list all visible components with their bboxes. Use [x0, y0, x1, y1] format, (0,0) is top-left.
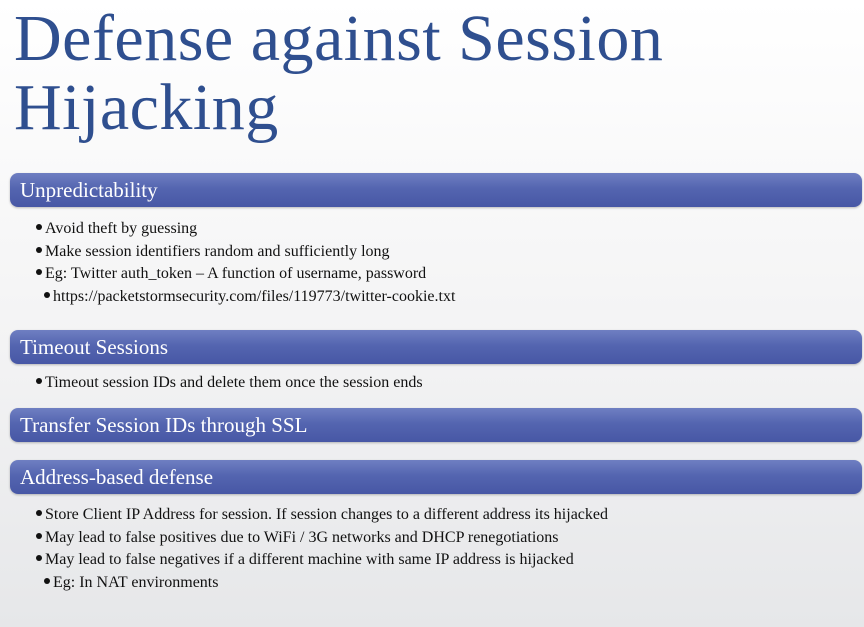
bullet-dot-icon	[36, 510, 42, 516]
bullet-text: May lead to false negatives if a differe…	[45, 551, 574, 568]
bullet-text: May lead to false positives due to WiFi …	[45, 528, 559, 546]
section-header-label: Address-based defense	[20, 465, 214, 489]
bullet-list-timeout-sessions: Timeout session IDs and delete them once…	[36, 372, 423, 395]
bullet-list-address-based-defense: Store Client IP Address for session. If …	[36, 504, 608, 594]
bullet-dot-icon	[36, 532, 42, 539]
section-header-transfer-session-ids: Transfer Session IDs through SSL	[10, 408, 862, 442]
section-header-label: Unpredictability	[20, 178, 158, 202]
slide-title-line-1: Defense against Session	[14, 2, 664, 75]
bullet-item: Timeout session IDs and delete them once…	[36, 372, 423, 395]
sub-bullet-item: Eg: In NAT environments	[36, 572, 608, 595]
section-header-address-based-defense: Address-based defense	[10, 460, 862, 494]
bullet-item: Eg: Twitter auth_token – A function of u…	[36, 263, 455, 286]
bullet-dot-icon	[36, 224, 42, 230]
slide-title-line-2: Hijacking	[14, 71, 279, 144]
bullet-item: Avoid theft by guessing	[36, 218, 455, 241]
bullet-text: Timeout session IDs and delete them once…	[45, 374, 423, 391]
bullet-item: May lead to false positives due to WiFi …	[36, 527, 608, 550]
sub-bullet-item: https://packetstormsecurity.com/files/11…	[36, 286, 455, 309]
bullet-text: Avoid theft by guessing	[45, 220, 198, 237]
bullet-text: Store Client IP Address for session. If …	[45, 506, 608, 523]
bullet-text: Eg: In NAT environments	[53, 573, 219, 591]
section-header-timeout-sessions: Timeout Sessions	[10, 330, 862, 364]
bullet-dot-icon	[44, 577, 50, 584]
bullet-item: Make session identifiers random and suff…	[36, 241, 455, 264]
bullet-text: Make session identifiers random and suff…	[45, 242, 390, 260]
section-header-label: Timeout Sessions	[20, 335, 169, 359]
bullet-dot-icon	[36, 269, 42, 275]
section-header-label: Transfer Session IDs through SSL	[20, 413, 308, 437]
bullet-text: https://packetstormsecurity.com/files/11…	[53, 287, 456, 305]
bullet-list-unpredictability: Avoid theft by guessing Make session ide…	[36, 218, 455, 308]
bullet-dot-icon	[36, 246, 42, 253]
bullet-text: Eg: Twitter auth_token – A function of u…	[45, 265, 427, 282]
section-header-unpredictability: Unpredictability	[10, 173, 862, 207]
bullet-item: May lead to false negatives if a differe…	[36, 549, 608, 572]
bullet-dot-icon	[36, 555, 42, 561]
slide-title: Defense against Session Hijacking	[14, 4, 663, 142]
bullet-dot-icon	[44, 291, 50, 298]
bullet-item: Store Client IP Address for session. If …	[36, 504, 608, 527]
bullet-dot-icon	[36, 378, 42, 384]
